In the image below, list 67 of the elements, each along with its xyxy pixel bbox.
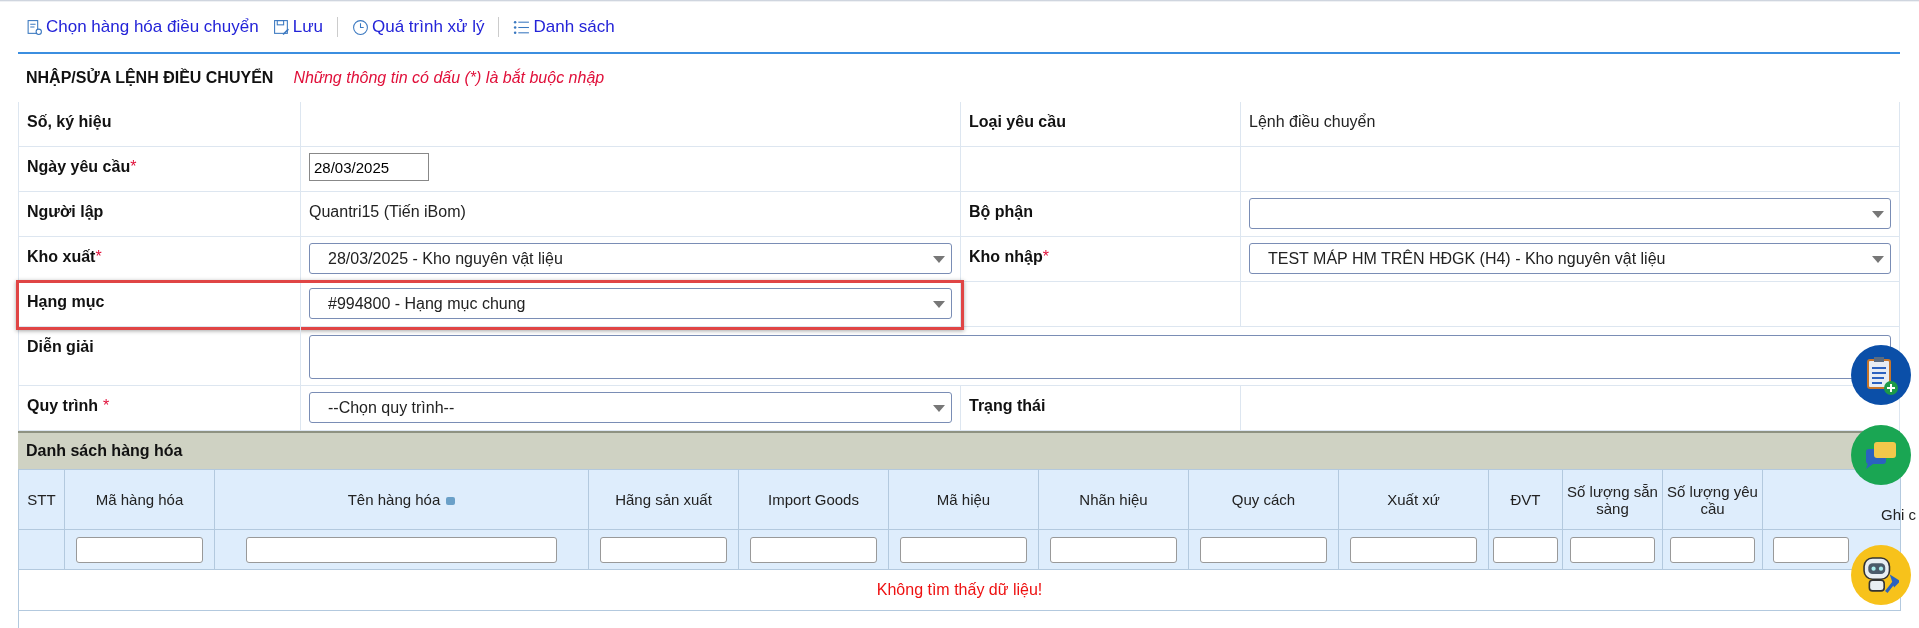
filter-field[interactable] <box>1569 536 1656 563</box>
required-mark: * <box>102 397 110 414</box>
dropdown[interactable] <box>1249 198 1891 229</box>
filter-field[interactable] <box>1350 536 1477 563</box>
required-mark: * <box>95 248 102 265</box>
filter-field[interactable] <box>750 536 877 563</box>
dropdown[interactable]: #994800 - Hạng mục chung <box>309 288 952 319</box>
clock-icon <box>352 18 369 36</box>
text-area[interactable] <box>309 335 1891 379</box>
filter-field[interactable] <box>1050 536 1177 563</box>
document-gear-icon <box>26 18 43 36</box>
filter-field[interactable] <box>900 536 1027 563</box>
clipboard-add-button[interactable] <box>1851 345 1911 405</box>
required-mark: * <box>1042 248 1049 265</box>
robot-wrench-icon <box>1863 557 1899 593</box>
column-header: Số lượng sẵn sàng <box>1567 482 1658 517</box>
column-header: Tên hàng hóa <box>347 491 441 508</box>
column-header: Hãng sản xuất <box>615 491 712 508</box>
form-title: NHẬP/SỬA LỆNH ĐIỀU CHUYỂN <box>26 69 274 87</box>
filter-field[interactable] <box>1669 536 1756 563</box>
field-label: Quy trình <box>27 397 99 414</box>
required-note: Những thông tin có dấu (*) là bắt buộc nhập <box>293 69 605 87</box>
field-label: Trạng thái <box>969 397 1046 414</box>
filter-field[interactable] <box>76 536 203 563</box>
field-value: Quantri15 (Tiến iBom) <box>309 202 466 221</box>
field-label: Người lập <box>27 203 104 220</box>
column-header: Import Goods <box>768 491 859 508</box>
column-header: Ghi c <box>1881 506 1916 523</box>
dropdown[interactable]: TEST MÁP HM TRÊN HĐGK (H4) - Kho nguyên vật liệu <box>1249 243 1891 274</box>
list-icon <box>513 18 531 36</box>
column-header: Quy cách <box>1231 491 1296 508</box>
column-header: STT <box>27 491 56 508</box>
column-header: Xuất xứ <box>1387 491 1440 508</box>
column-header: Nhãn hiệu <box>1079 491 1148 508</box>
filter-field[interactable] <box>600 536 727 563</box>
field-label: Số, ký hiệu <box>27 113 112 130</box>
chat-bubbles-icon <box>1865 440 1897 470</box>
column-header: Mã hiệu <box>936 491 991 508</box>
toolbar-link[interactable]: Lưu <box>272 17 323 37</box>
required-mark: * <box>130 158 137 175</box>
dropdown[interactable]: 28/03/2025 - Kho nguyên vật liệu <box>309 243 952 274</box>
field-value: Lệnh điều chuyển <box>1249 112 1376 131</box>
empty-message: Không tìm thấy dữ liệu! <box>876 581 1043 598</box>
field-label: Kho nhập <box>969 248 1043 265</box>
column-header: Số lượng yêu cầu <box>1667 482 1758 517</box>
filter-field[interactable] <box>1200 536 1327 563</box>
column-menu-icon[interactable] <box>446 497 456 505</box>
filter-field[interactable] <box>246 536 557 563</box>
chat-button[interactable] <box>1851 425 1911 485</box>
column-header: Mã hàng hóa <box>95 491 184 508</box>
toolbar-link[interactable]: Danh sách <box>513 17 615 37</box>
field-label: Bộ phận <box>969 203 1033 220</box>
date-field[interactable]: 28/03/2025 <box>309 153 429 181</box>
field-label: Ngày yêu cầu <box>27 158 131 175</box>
column-header: ĐVT <box>1510 491 1541 508</box>
field-label: Kho xuất <box>27 248 96 265</box>
field-label: Loại yêu cầu <box>969 113 1066 130</box>
robot-support-button[interactable] <box>1851 545 1911 605</box>
field-label: Diễn giải <box>27 338 94 355</box>
filter-field[interactable] <box>1493 536 1558 563</box>
floppy-edit-icon <box>272 18 290 36</box>
dropdown[interactable]: --Chọn quy trình-- <box>309 392 952 423</box>
field-label: Hạng mục <box>27 293 105 310</box>
section-title: Danh sách hàng hóa <box>26 442 183 459</box>
toolbar-link[interactable]: Quá trình xử lý <box>352 17 485 37</box>
filter-field[interactable] <box>1773 536 1849 563</box>
toolbar-link[interactable]: Chọn hàng hóa điều chuyển <box>26 17 259 37</box>
